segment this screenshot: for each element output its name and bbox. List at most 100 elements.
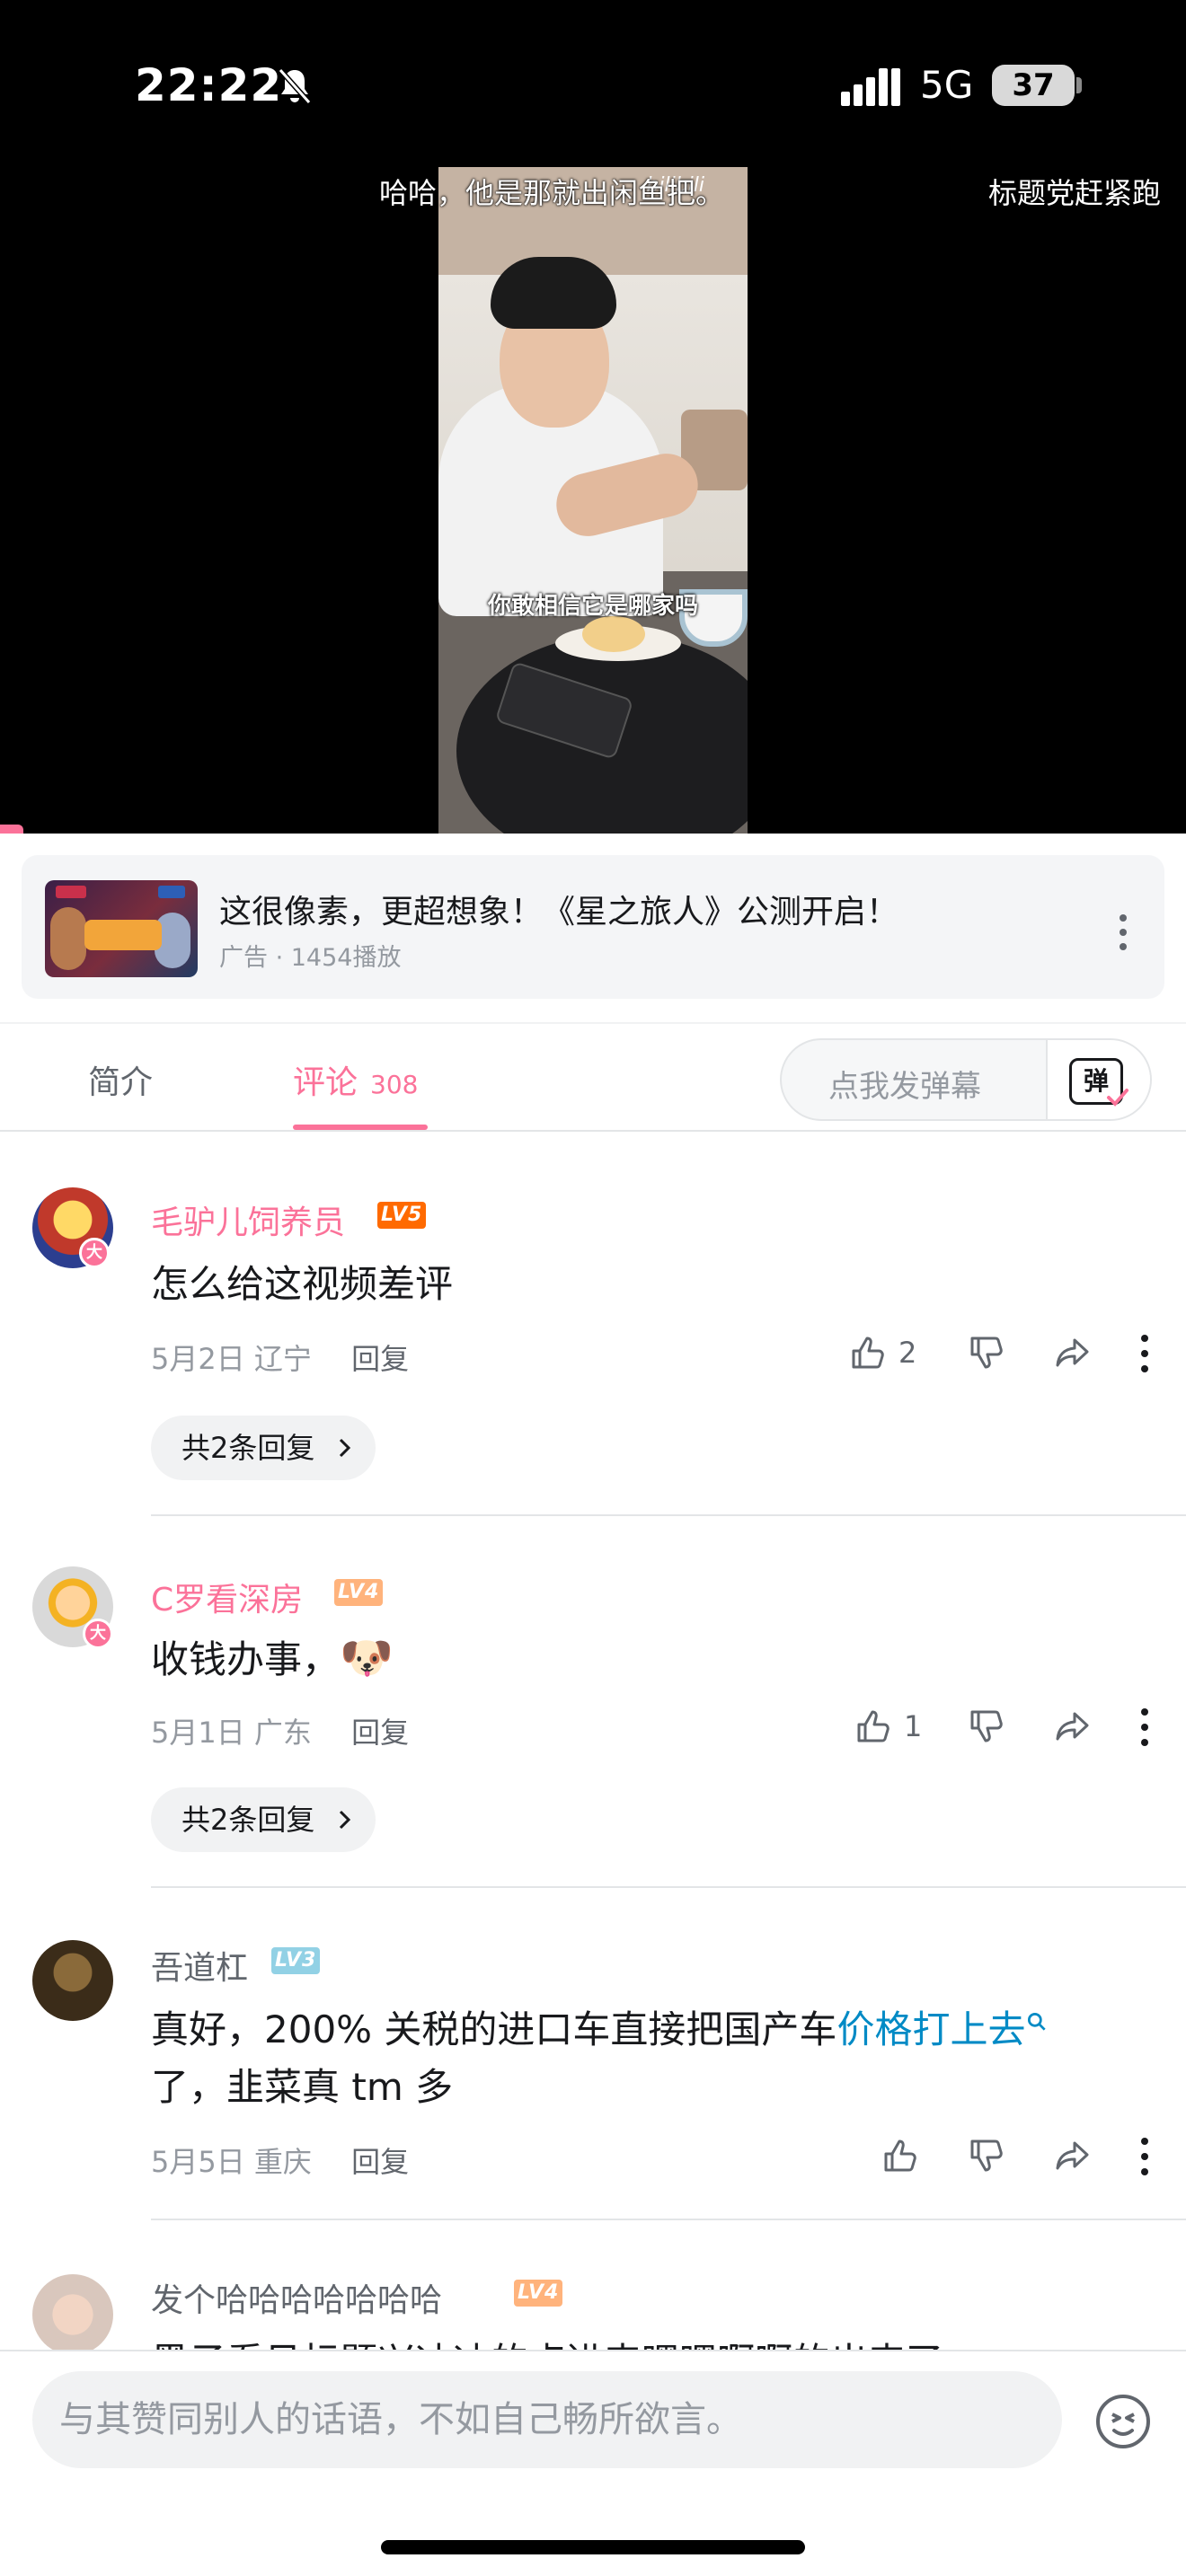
ad-thumbnail <box>45 880 198 977</box>
share-button[interactable] <box>1053 2134 1093 2177</box>
dislike-button[interactable] <box>967 2134 1006 2177</box>
dog-emoji: 🐶 <box>340 1633 394 1683</box>
comment-username[interactable]: 发个哈哈哈哈哈哈哈 <box>151 2274 442 2321</box>
like-icon <box>884 2139 916 2172</box>
like-count: 2 <box>898 1336 917 1370</box>
tab-indicator <box>293 1125 428 1130</box>
like-button[interactable]: 1 <box>854 1705 922 1748</box>
comment-meta: 5月1日 广东 回复 <box>151 1710 409 1751</box>
share-button[interactable] <box>1053 1705 1093 1748</box>
level-badge: LV3 <box>271 1947 321 1974</box>
comment-username[interactable]: 吾道杠 <box>151 1942 248 1989</box>
like-button[interactable]: 2 <box>848 1331 916 1374</box>
dislike-icon <box>970 1710 1003 1742</box>
check-icon <box>1107 1089 1128 1107</box>
comment-date: 5月2日 <box>151 1342 245 1376</box>
danmaku-placeholder: 点我发弹幕 <box>828 1069 981 1105</box>
emoji-icon[interactable] <box>1094 2393 1152 2450</box>
comment-location: 广东 <box>253 1716 312 1750</box>
more-icon[interactable] <box>1141 1335 1148 1372</box>
comment-meta: 5月2日 辽宁 回复 <box>151 1337 409 1378</box>
like-count: 1 <box>904 1709 923 1743</box>
comment-date: 5月1日 <box>151 1716 245 1750</box>
comment-item: 发个哈哈哈哈哈哈哈 LV4 黑子看见标题兴冲冲的点进来嘿嘿啊啊的出来了 <box>0 2220 1186 2350</box>
comment-location: 重庆 <box>253 2145 312 2179</box>
reply-button[interactable]: 回复 <box>351 1342 409 1376</box>
reply-button[interactable]: 回复 <box>351 1716 409 1750</box>
replies-label: 共2条回复 <box>181 1431 315 1465</box>
like-button[interactable] <box>881 2134 920 2177</box>
battery-tip <box>1076 77 1082 93</box>
comment-meta: 5月5日 重庆 回复 <box>151 2139 409 2181</box>
level-badge: LV5 <box>377 1202 427 1229</box>
bell-off-icon <box>278 68 312 104</box>
progress-bar[interactable] <box>0 825 23 834</box>
level-badge: LV4 <box>334 1579 384 1606</box>
chevron-right-icon <box>340 1438 351 1458</box>
battery-indicator: 37 <box>992 65 1075 106</box>
share-icon <box>1056 2141 1089 2170</box>
comment-text-body: 真好，200% 关税的进口车直接把国产车 <box>151 2007 837 2051</box>
comment-text: 黑子看见标题兴冲冲的点进来嘿嘿啊啊的出来了 <box>151 2333 1112 2350</box>
view-replies-button[interactable]: 共2条回复 <box>151 1787 376 1852</box>
comment-item: 吾道杠 LV3 真好，200% 关税的进口车直接把国产车价格打上去了，韭菜真 t… <box>0 1888 1186 2220</box>
replies-label: 共2条回复 <box>181 1803 315 1837</box>
search-icon[interactable] <box>1025 2010 1049 2033</box>
comment-text: 怎么给这视频差评 <box>151 1262 454 1306</box>
level-badge: LV4 <box>514 2280 563 2307</box>
like-icon <box>852 1337 884 1369</box>
scene-person-hair <box>491 257 616 329</box>
ad-meta: 广告 · 1454播放 <box>219 944 402 972</box>
avatar[interactable] <box>32 2274 113 2350</box>
comment-text-body: 收钱办事， <box>151 1637 341 1681</box>
tab-comments-label: 评论 <box>293 1064 358 1101</box>
comment-item: 大 毛驴儿饲养员 LV5 怎么给这视频差评 5月2日 辽宁 回复 2 共2条回复 <box>0 1132 1186 1518</box>
divider <box>151 1514 1186 1516</box>
tab-comments[interactable]: 评论 308 <box>293 1056 418 1103</box>
reply-button[interactable]: 回复 <box>351 2145 409 2179</box>
more-icon[interactable] <box>1141 2138 1148 2175</box>
comment-username[interactable]: 毛驴儿饲养员 <box>151 1196 345 1243</box>
search-link[interactable]: 价格打上去 <box>836 2007 1025 2051</box>
danmaku-input[interactable]: 点我发弹幕 弹 <box>780 1038 1152 1121</box>
danmaku-item: 标题党赶紧跑 <box>988 176 1162 210</box>
more-icon[interactable] <box>1141 1708 1148 1746</box>
chevron-right-icon <box>340 1810 351 1830</box>
dislike-button[interactable] <box>967 1705 1006 1748</box>
home-indicator[interactable] <box>381 2540 805 2554</box>
share-icon <box>1056 1338 1089 1367</box>
dislike-icon <box>970 2139 1003 2172</box>
comment-location: 辽宁 <box>253 1342 312 1376</box>
vip-badge: 大 <box>79 1238 110 1268</box>
video-subtitle: 你敢相信它是哪家吗 <box>487 593 698 620</box>
comment-text: 真好，200% 关税的进口车直接把国产车价格打上去了，韭菜真 tm 多 <box>151 2001 1112 2116</box>
view-replies-button[interactable]: 共2条回复 <box>151 1416 376 1480</box>
dislike-icon <box>970 1337 1003 1369</box>
more-icon[interactable] <box>1112 911 1134 954</box>
signal-icon <box>841 68 900 106</box>
tab-intro[interactable]: 简介 <box>88 1056 153 1103</box>
comment-text-tail: 了，韭菜真 tm 多 <box>151 2065 454 2109</box>
share-button[interactable] <box>1053 1331 1093 1374</box>
comment-count: 308 <box>370 1070 419 1099</box>
status-time: 22:22 <box>135 59 283 111</box>
scene-cake <box>582 616 645 652</box>
tab-bar: 简介 评论 308 点我发弹幕 弹 <box>0 1022 1186 1132</box>
dislike-button[interactable] <box>967 1331 1006 1374</box>
network-label: 5G <box>920 63 974 107</box>
avatar[interactable] <box>32 1940 113 2021</box>
ad-title: 这很像素，更超想象！《星之旅人》公测开启！ <box>219 894 899 931</box>
vip-badge: 大 <box>83 1619 113 1649</box>
comment-input[interactable] <box>32 2371 1062 2468</box>
video-frame: bilibili 你敢相信它是哪家吗 <box>438 167 748 834</box>
ad-card[interactable]: 这很像素，更超想象！《星之旅人》公测开启！ 广告 · 1454播放 <box>22 855 1164 999</box>
like-icon <box>857 1710 890 1742</box>
comment-username[interactable]: C罗看深房 <box>151 1574 303 1620</box>
danmaku-item: 哈哈，他是那就出闲鱼把。 <box>379 176 725 210</box>
share-icon <box>1056 1712 1089 1741</box>
comment-input-bar <box>0 2350 1186 2576</box>
comment-text: 收钱办事，🐶 <box>151 1629 1112 1689</box>
comment-date: 5月5日 <box>151 2145 245 2179</box>
danmaku-toggle-button[interactable]: 弹 <box>1046 1040 1150 1119</box>
video-player[interactable]: 22:22 5G 37 bilibili 你敢相信它是哪家吗 哈哈，他是那就出闲… <box>0 0 1186 834</box>
